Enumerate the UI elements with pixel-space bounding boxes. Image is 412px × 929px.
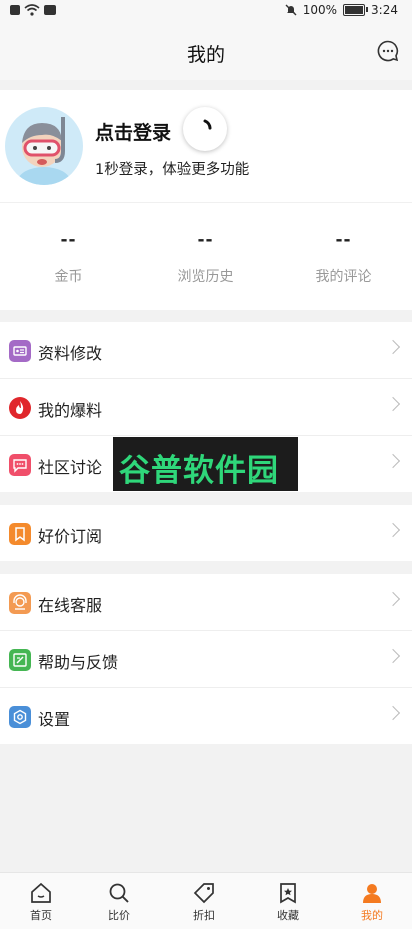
tab-mine[interactable]: 我的 (331, 873, 412, 929)
clock: 3:24 (371, 3, 398, 17)
login-title[interactable]: 点击登录 (95, 118, 171, 145)
wifi-icon (24, 4, 40, 16)
flame-icon (9, 397, 31, 419)
menu-item-label: 帮助与反馈 (38, 653, 119, 672)
menu-item-label: 资料修改 (38, 344, 103, 363)
tab-label: 我的 (361, 909, 383, 922)
profile-card: 点击登录 1秒登录，体验更多功能 -- 金币 -- 浏览历史 -- 我的评论 (0, 90, 412, 310)
stat-value: -- (335, 230, 352, 250)
chevron-right-icon (385, 396, 401, 412)
login-subtitle[interactable]: 1秒登录，体验更多功能 (95, 158, 249, 179)
menu-item-label: 设置 (38, 710, 71, 729)
tag-icon (193, 883, 214, 904)
menu-item-label: 社区讨论 (38, 458, 103, 477)
message-icon[interactable] (376, 39, 400, 63)
stat-history[interactable]: -- 浏览历史 (137, 230, 274, 286)
settings-icon (9, 706, 31, 728)
stat-label: 我的评论 (315, 269, 372, 285)
notification-icon (10, 5, 20, 15)
menu-item-label: 我的爆料 (38, 401, 103, 420)
menu-item-deal-subscription[interactable]: 好价订阅 (0, 505, 412, 561)
diver-avatar-icon (18, 117, 70, 185)
avatar[interactable] (5, 107, 83, 185)
stat-value: -- (60, 230, 77, 250)
stat-comments[interactable]: -- 我的评论 (275, 230, 412, 286)
battery-icon (343, 4, 369, 16)
chevron-right-icon (385, 339, 401, 355)
tab-home[interactable]: 首页 (0, 873, 82, 929)
home-icon (31, 882, 51, 903)
star-bookmark-icon (280, 883, 296, 904)
support-icon (9, 592, 31, 614)
page-title: 我的 (186, 44, 225, 66)
bottom-tab-bar: 首页 比价 折扣 收藏 我的 (0, 872, 412, 929)
chevron-right-icon (385, 453, 401, 469)
search-icon (109, 883, 129, 903)
menu-item-settings[interactable]: 设置 (0, 688, 412, 744)
divider (0, 202, 412, 203)
edit-icon (9, 649, 31, 671)
menu-item-label: 在线客服 (38, 596, 103, 615)
stat-coins[interactable]: -- 金币 (0, 230, 137, 286)
chevron-right-icon (385, 591, 401, 607)
tab-compare[interactable]: 比价 (78, 873, 160, 929)
stat-label: 金币 (54, 269, 83, 285)
tab-label: 比价 (108, 909, 130, 922)
status-bar: 100% 3:24 (0, 0, 412, 22)
chevron-right-icon (385, 648, 401, 664)
sim-icon (44, 5, 56, 15)
loading-spinner (183, 107, 227, 151)
chevron-right-icon (385, 522, 401, 538)
battery-percent: 100% (302, 3, 338, 17)
menu-item-my-posts[interactable]: 我的爆料 (0, 379, 412, 436)
watermark-logo: 谷普软件园 (113, 437, 298, 491)
chat-icon (9, 454, 31, 476)
tab-favorites[interactable]: 收藏 (247, 873, 329, 929)
menu-item-online-support[interactable]: 在线客服 (0, 574, 412, 631)
menu-item-label: 好价订阅 (38, 527, 103, 546)
tab-discount[interactable]: 折扣 (163, 873, 245, 929)
bookmark-icon (9, 523, 31, 545)
menu-item-profile-edit[interactable]: 资料修改 (0, 322, 412, 379)
stat-value: -- (197, 230, 214, 250)
tab-label: 折扣 (193, 909, 215, 922)
menu-item-help-feedback[interactable]: 帮助与反馈 (0, 631, 412, 688)
menu-group-subscription: 好价订阅 (0, 505, 412, 561)
title-bar: 我的 (0, 22, 412, 80)
watermark-text: 谷普软件园 (119, 453, 279, 489)
menu-group-support: 在线客服 帮助与反馈 设置 (0, 574, 412, 744)
spinner-icon (203, 119, 212, 130)
tab-label: 首页 (30, 909, 52, 922)
user-icon (363, 884, 381, 903)
id-card-icon (9, 340, 31, 362)
tab-label: 收藏 (277, 909, 299, 922)
chevron-right-icon (385, 705, 401, 721)
mute-bell-icon (285, 4, 297, 16)
stat-label: 浏览历史 (177, 269, 234, 285)
